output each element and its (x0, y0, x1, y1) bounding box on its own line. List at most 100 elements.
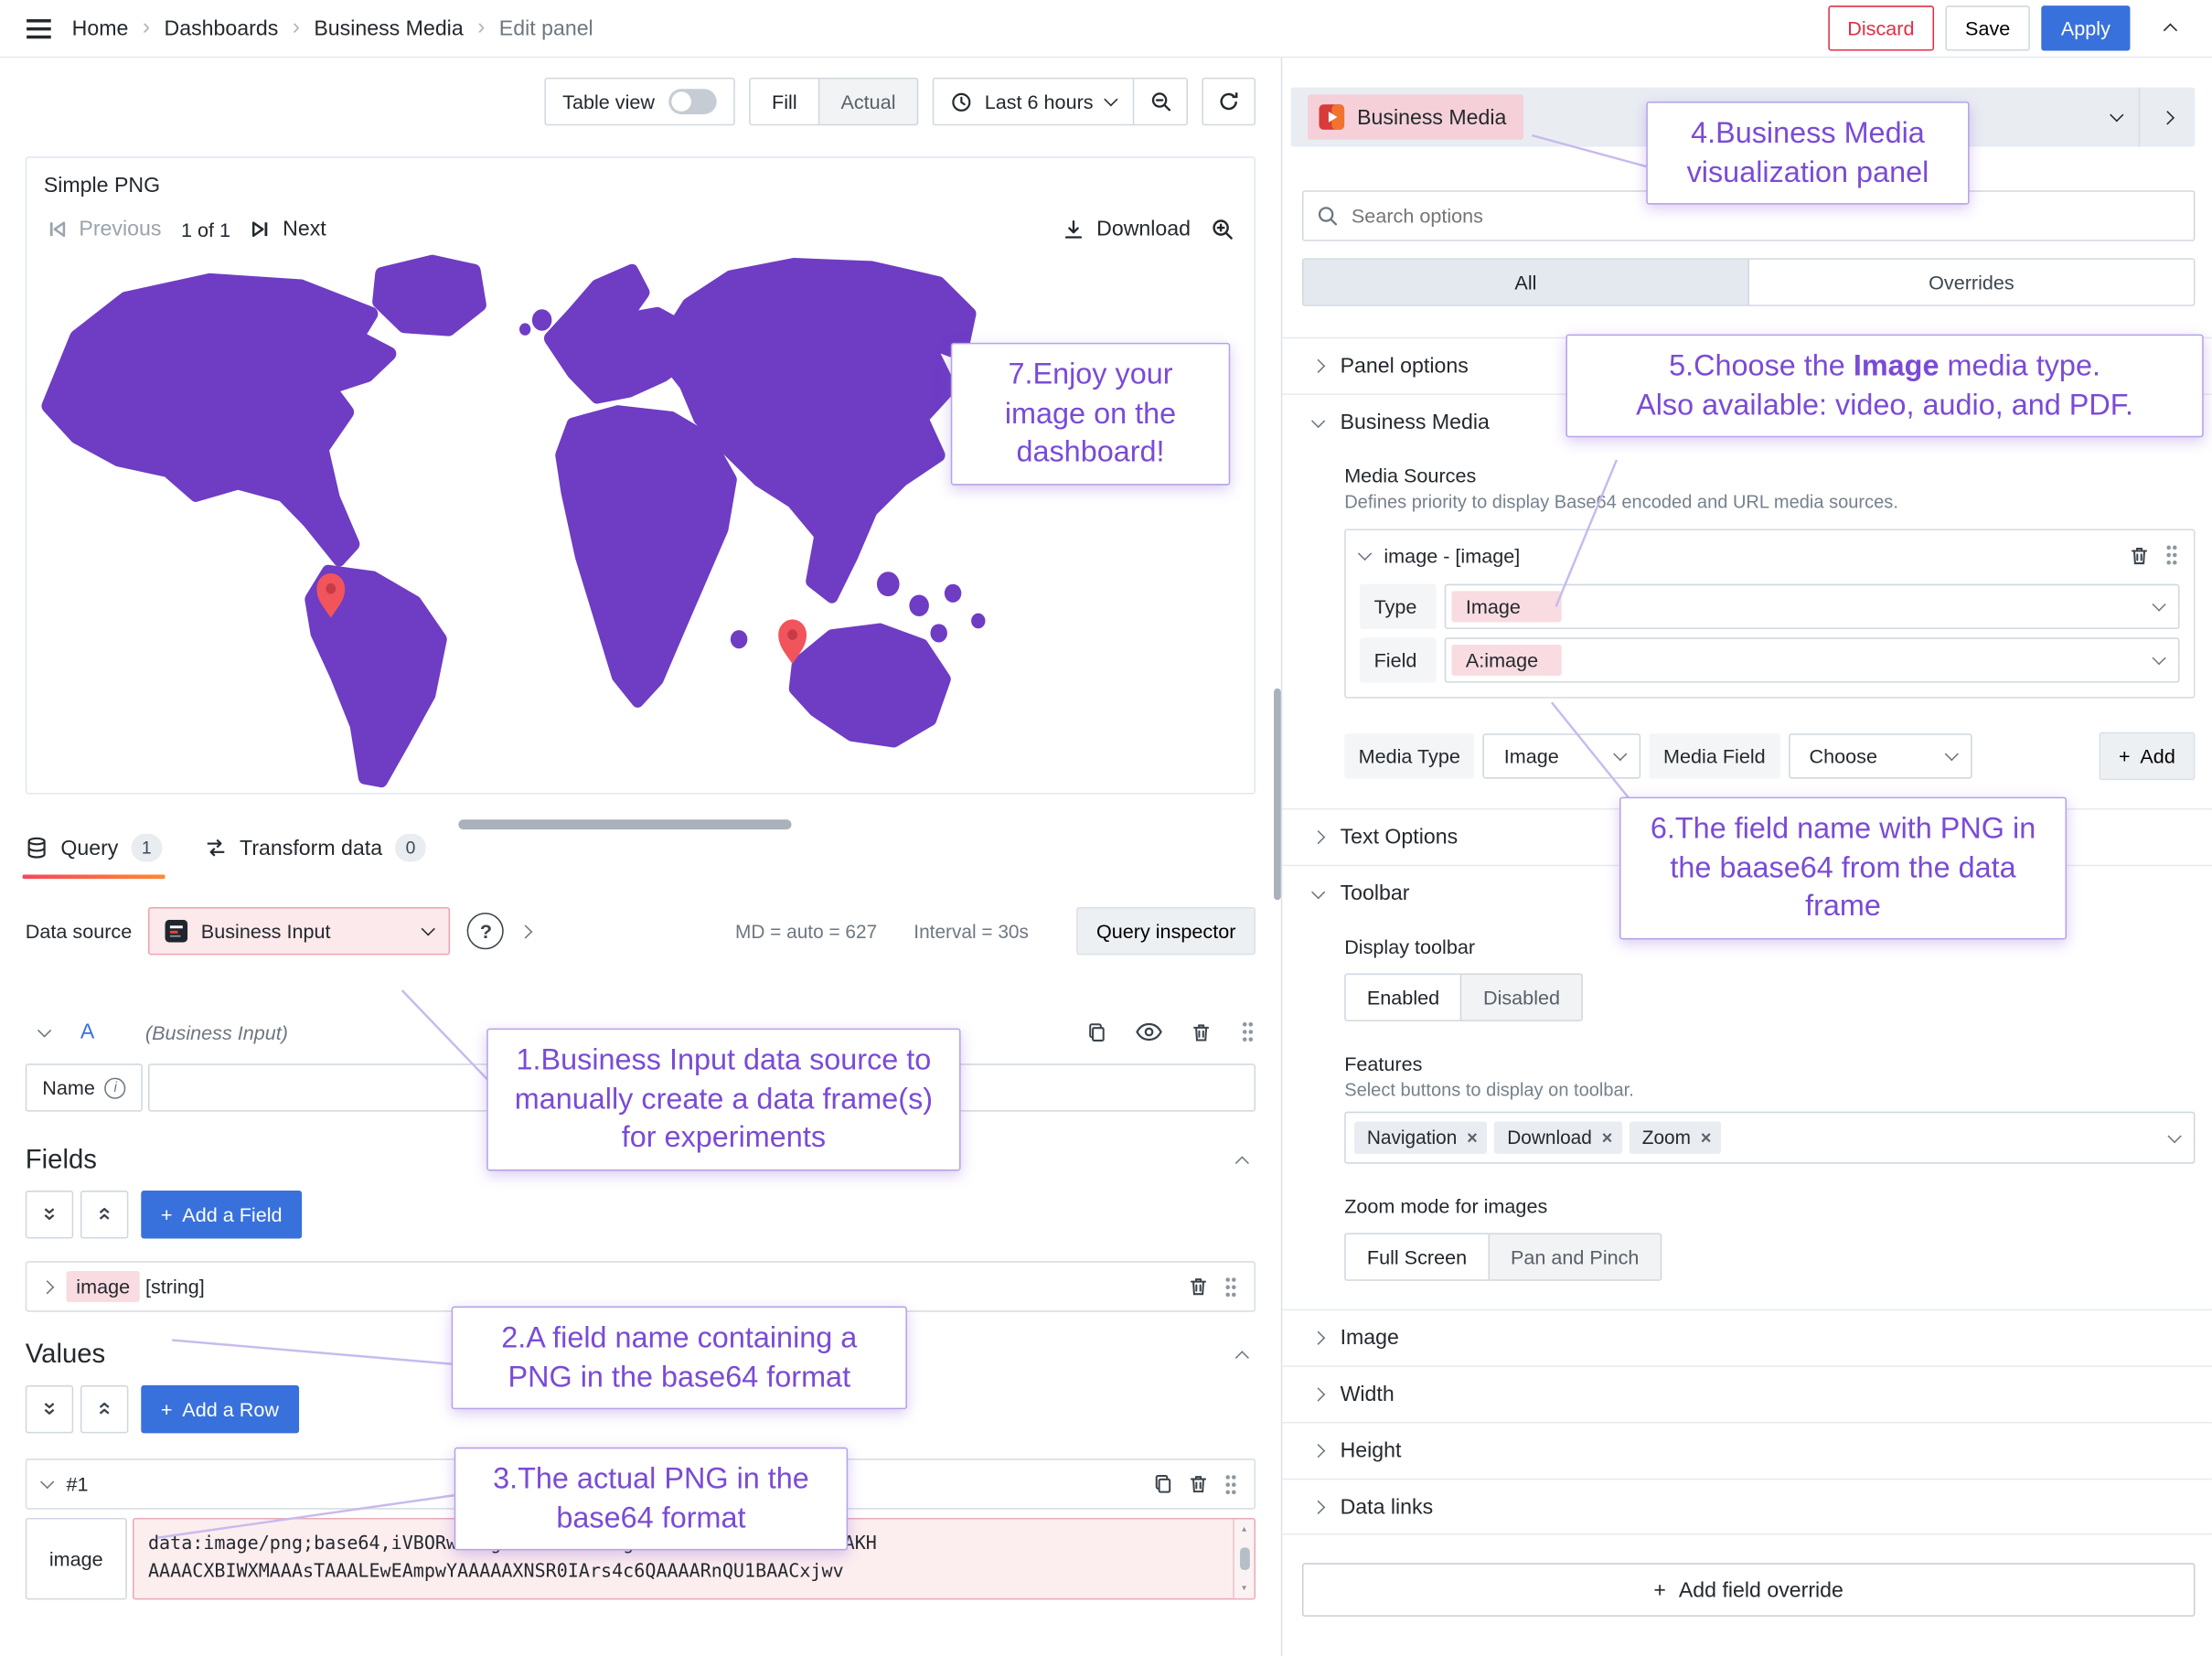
drag-handle-icon[interactable] (1240, 1020, 1256, 1043)
save-button[interactable]: Save (1945, 5, 2029, 50)
collapse-all-rows-button[interactable] (26, 1385, 73, 1433)
zoom-full-screen-option[interactable]: Full Screen (1346, 1234, 1490, 1279)
trash-icon[interactable] (1191, 1020, 1212, 1043)
download-icon (1063, 218, 1085, 240)
zoom-in-button[interactable] (1211, 218, 1234, 241)
table-view-toggle[interactable] (668, 89, 716, 114)
copy-icon[interactable] (1152, 1473, 1173, 1496)
expand-all-fields-button[interactable] (80, 1191, 128, 1238)
remove-chip-icon[interactable]: × (1467, 1127, 1478, 1149)
collapse-query-icon[interactable] (37, 1023, 51, 1037)
trash-icon[interactable] (1188, 1276, 1209, 1298)
data-source-picker[interactable]: Business Input (149, 907, 451, 955)
help-button[interactable]: ? (467, 913, 504, 949)
trash-icon[interactable] (2129, 544, 2150, 567)
options-tabs: All Overrides (1302, 258, 2196, 305)
collapse-values-icon[interactable] (1235, 1351, 1249, 1364)
business-input-logo-icon (166, 920, 188, 943)
add-media-source-button[interactable]: + Add (2099, 732, 2195, 780)
data-source-label: Data source (26, 920, 132, 943)
scroll-down-icon[interactable]: ▾ (1241, 1580, 1247, 1597)
zoom-mode-label: Zoom mode for images (1344, 1195, 2195, 1218)
annotation-6: 6.The field name with PNG in the baase64… (1619, 797, 2067, 940)
section-data-links[interactable]: Data links (1282, 1479, 2212, 1535)
tab-transform-data[interactable]: Transform data 0 (204, 834, 425, 879)
toolbar-enabled-option[interactable]: Enabled (1346, 975, 1462, 1020)
breadcrumb-dashboard-name[interactable]: Business Media (314, 16, 463, 40)
section-width[interactable]: Width (1282, 1365, 2212, 1422)
remove-chip-icon[interactable]: × (1602, 1127, 1613, 1149)
expand-all-rows-button[interactable] (80, 1385, 128, 1433)
time-zoom-out-button[interactable] (1133, 79, 1187, 123)
collapse-fields-icon[interactable] (1235, 1156, 1249, 1170)
textarea-scrollbar[interactable]: ▴ ▾ (1233, 1519, 1254, 1597)
zoom-pan-pinch-option[interactable]: Pan and Pinch (1490, 1234, 1661, 1279)
time-range-picker[interactable]: Last 6 hours (934, 79, 1133, 123)
scrollbar-thumb[interactable] (1239, 1547, 1249, 1570)
eye-icon[interactable] (1136, 1022, 1162, 1041)
copy-icon[interactable] (1086, 1020, 1107, 1043)
breadcrumb-home[interactable]: Home (72, 16, 129, 40)
trash-icon[interactable] (1188, 1473, 1209, 1496)
drag-handle-icon[interactable] (2164, 543, 2180, 567)
tab-all-options[interactable]: All (1303, 260, 1748, 304)
toggle-options-pane-button[interactable] (2139, 88, 2196, 147)
add-field-override-button[interactable]: + Add field override (1302, 1563, 2196, 1617)
panel-title: Simple PNG (27, 158, 1254, 206)
previous-image-button[interactable]: Previous (47, 218, 162, 241)
query-inspector-button[interactable]: Query inspector (1076, 907, 1256, 955)
drag-handle-icon[interactable] (1224, 1472, 1239, 1496)
feature-chip-download: Download × (1494, 1121, 1622, 1153)
section-image[interactable]: Image (1282, 1309, 2212, 1366)
section-height[interactable]: Height (1282, 1422, 2212, 1479)
new-media-type-select[interactable]: Image (1483, 733, 1641, 778)
annotation-7: 7.Enjoy your image on the dashboard! (951, 343, 1230, 486)
refresh-icon (1217, 91, 1240, 113)
new-media-field-select[interactable]: Choose (1788, 733, 1972, 778)
media-type-select[interactable]: Image (1445, 584, 2180, 629)
plus-icon: + (2119, 745, 2131, 768)
expand-field-icon[interactable] (40, 1279, 54, 1293)
zoom-out-icon (1149, 91, 1172, 113)
tab-query[interactable]: Query 1 (26, 834, 162, 879)
hamburger-menu-icon[interactable] (23, 12, 55, 44)
media-source-title: image - [image] (1384, 544, 1520, 567)
type-row: Type Image (1346, 580, 2194, 634)
page-indicator: 1 of 1 (181, 218, 230, 240)
apply-button[interactable]: Apply (2041, 5, 2130, 50)
collapse-row-icon[interactable] (40, 1475, 54, 1489)
vertical-scrollbar-thumb[interactable] (1274, 689, 1281, 900)
breadcrumb-dashboards[interactable]: Dashboards (164, 16, 278, 40)
business-media-options: Media Sources Defines priority to displa… (1282, 450, 2212, 808)
scroll-up-icon[interactable]: ▴ (1241, 1521, 1247, 1538)
double-chevron-down-icon (41, 1401, 59, 1418)
media-field-select[interactable]: A:image (1445, 637, 2180, 682)
collapse-all-fields-button[interactable] (26, 1191, 73, 1238)
fit-actual-option[interactable]: Actual (819, 79, 916, 123)
chevron-right-icon[interactable] (519, 924, 533, 938)
fit-fill-option[interactable]: Fill (751, 79, 819, 123)
features-description: Select buttons to display on toolbar. (1344, 1079, 2195, 1100)
discard-button[interactable]: Discard (1828, 5, 1934, 50)
max-data-points-stat: MD = auto = 627 (735, 921, 877, 942)
refresh-button[interactable] (1202, 78, 1256, 125)
add-row-button[interactable]: + Add a Row (141, 1385, 298, 1433)
clock-icon (951, 91, 972, 112)
media-source-card-header[interactable]: image - [image] (1346, 530, 2194, 580)
collapse-header-icon[interactable] (2150, 8, 2189, 48)
toolbar-disabled-option[interactable]: Disabled (1462, 975, 1581, 1020)
skip-previous-icon (47, 219, 68, 240)
next-image-button[interactable]: Next (251, 218, 326, 241)
field-name[interactable]: image (67, 1271, 140, 1302)
remove-chip-icon[interactable]: × (1701, 1127, 1712, 1149)
features-multiselect[interactable]: Navigation × Download × Zoom × (1344, 1112, 2195, 1164)
row-label: #1 (67, 1473, 89, 1496)
double-chevron-up-icon (96, 1401, 113, 1418)
time-range-group: Last 6 hours (933, 78, 1188, 125)
add-field-button[interactable]: + Add a Field (141, 1191, 302, 1238)
drag-handle-icon[interactable] (1224, 1275, 1239, 1298)
toolbar-options: Display toolbar Enabled Disabled Feature… (1282, 921, 2212, 1309)
horizontal-scrollbar-thumb[interactable] (458, 819, 791, 829)
download-button[interactable]: Download (1063, 218, 1191, 241)
tab-overrides[interactable]: Overrides (1749, 260, 2194, 304)
